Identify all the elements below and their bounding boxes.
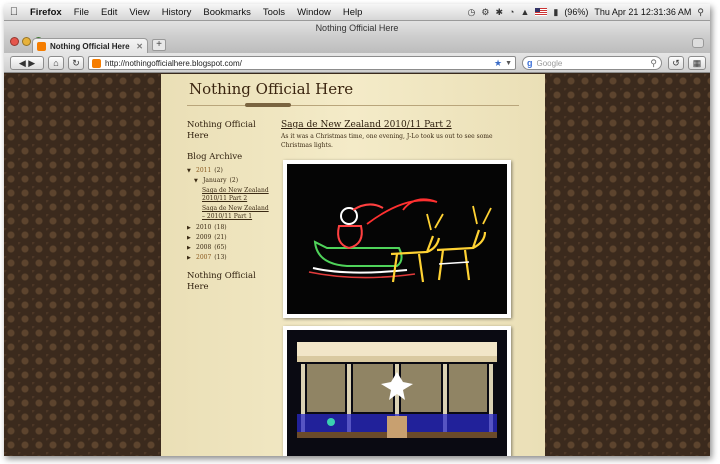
menu-help[interactable]: Help bbox=[337, 7, 369, 18]
toolbar-toggle-button[interactable] bbox=[692, 38, 704, 48]
archive-month-label[interactable]: January bbox=[203, 176, 227, 185]
archive-count: (65) bbox=[214, 244, 227, 251]
archive-year-label[interactable]: 2009 bbox=[196, 233, 211, 242]
menu-view[interactable]: View bbox=[123, 7, 155, 18]
minimize-window-button[interactable] bbox=[22, 37, 31, 46]
expand-down-icon[interactable]: ▼ bbox=[194, 177, 200, 186]
menu-file[interactable]: File bbox=[68, 7, 95, 18]
blog-archive-title: Blog Archive bbox=[187, 152, 243, 162]
tab-close-icon[interactable]: ✕ bbox=[136, 42, 143, 51]
post-body: As it was a Christmas time, one evening,… bbox=[281, 133, 493, 149]
expand-right-icon[interactable]: ▶ bbox=[187, 234, 193, 243]
menu-panel-button[interactable]: ▦ bbox=[688, 56, 706, 70]
title-ornament bbox=[245, 103, 291, 107]
window-title: Nothing Official Here bbox=[4, 21, 710, 35]
archive-count: (2) bbox=[214, 167, 223, 174]
menu-bookmarks[interactable]: Bookmarks bbox=[197, 7, 257, 18]
expand-down-icon[interactable]: ▼ bbox=[187, 167, 193, 176]
menu-bar:  Firefox File Edit View History Bookmar… bbox=[4, 4, 710, 21]
web-page: Nothing Official Here Nothing Official H… bbox=[4, 74, 710, 456]
volume-icon[interactable]: ▲ bbox=[520, 7, 529, 17]
archive-count: (13) bbox=[214, 254, 227, 261]
house-lights-image bbox=[287, 330, 507, 456]
archive-year-2011[interactable]: ▼ 2011 (2) bbox=[187, 166, 273, 176]
wifi-icon[interactable]: ◔ bbox=[509, 7, 514, 17]
menu-history[interactable]: History bbox=[156, 7, 198, 18]
sleigh-lights-image bbox=[287, 164, 507, 314]
blog-title[interactable]: Nothing Official Here bbox=[189, 80, 353, 98]
blogger-favicon-icon bbox=[37, 41, 46, 51]
archive-post-link-part2[interactable]: Saga de New Zealand 2010/11 Part 2 bbox=[187, 187, 273, 203]
archive-year-2007[interactable]: ▶ 2007 (13) bbox=[187, 253, 273, 263]
battery-percent: (96%) bbox=[564, 7, 589, 17]
url-bar[interactable]: http://nothingofficialhere.blogspot.com/… bbox=[88, 56, 516, 70]
input-source-flag-icon[interactable] bbox=[535, 8, 548, 16]
archive-year-label[interactable]: 2011 bbox=[196, 166, 211, 175]
archive-year-2010[interactable]: ▶ 2010 (18) bbox=[187, 223, 273, 233]
blog-post: Saga de New Zealand 2010/11 Part 2 As it… bbox=[281, 120, 521, 150]
archive-year-label[interactable]: 2008 bbox=[196, 243, 211, 252]
tab-nothing-official-here[interactable]: Nothing Official Here ✕ bbox=[32, 38, 148, 53]
menu-tools[interactable]: Tools bbox=[257, 7, 291, 18]
home-button[interactable]: ⌂ bbox=[48, 56, 64, 70]
title-divider bbox=[187, 105, 519, 106]
sync-button[interactable]: ↺ bbox=[668, 56, 684, 70]
blog-archive: ▼ 2011 (2) ▼ January (2) Saga de New Zea… bbox=[187, 166, 273, 263]
site-identity-icon[interactable] bbox=[92, 58, 101, 68]
sidebar-header-bottom: Nothing Official Here bbox=[187, 271, 256, 292]
reload-button[interactable]: ↻ bbox=[68, 56, 84, 70]
blog-column: Nothing Official Here Nothing Official H… bbox=[161, 74, 545, 456]
post-photo-house-lights[interactable] bbox=[283, 326, 511, 456]
post-title[interactable]: Saga de New Zealand 2010/11 Part 2 bbox=[281, 120, 521, 130]
bookmark-star-icon[interactable]: ★ bbox=[494, 58, 502, 69]
url-text[interactable]: http://nothingofficialhere.blogspot.com/ bbox=[105, 59, 494, 68]
navigation-toolbar: ◀ ▶ ⌂ ↻ http://nothingofficialhere.blogs… bbox=[4, 53, 710, 73]
url-dropdown-icon[interactable]: ▼ bbox=[505, 60, 512, 67]
expand-right-icon[interactable]: ▶ bbox=[187, 254, 193, 263]
status-menus: ◷ ⚙ ✱ ◔ ▲ ▮ (96%) Thu Apr 21 12:31:36 AM… bbox=[468, 7, 710, 18]
tab-strip: Nothing Official Here ✕ + bbox=[4, 35, 710, 53]
sidebar: Nothing Official Here Blog Archive ▼ 201… bbox=[187, 120, 273, 293]
tab-label: Nothing Official Here bbox=[50, 41, 130, 51]
browser-screenshot:  Firefox File Edit View History Bookmar… bbox=[4, 4, 710, 456]
archive-count: (2) bbox=[229, 177, 239, 184]
new-tab-button[interactable]: + bbox=[152, 39, 166, 51]
archive-month-january[interactable]: ▼ January (2) bbox=[187, 176, 273, 186]
close-window-button[interactable] bbox=[10, 37, 19, 46]
battery-icon[interactable]: ▮ bbox=[553, 7, 558, 18]
sidebar-header-top: Nothing Official Here bbox=[187, 120, 256, 141]
sync-icon[interactable]: ⚙ bbox=[481, 7, 489, 18]
menu-edit[interactable]: Edit bbox=[95, 7, 123, 18]
google-engine-icon[interactable]: g bbox=[527, 58, 533, 68]
expand-right-icon[interactable]: ▶ bbox=[187, 224, 193, 233]
apple-icon[interactable]:  bbox=[4, 6, 24, 18]
expand-right-icon[interactable]: ▶ bbox=[187, 244, 193, 253]
archive-post-link-part1[interactable]: Saga de New Zealand – 2010/11 Part 1 bbox=[187, 205, 273, 221]
menu-app-firefox[interactable]: Firefox bbox=[24, 7, 68, 18]
archive-year-label[interactable]: 2007 bbox=[196, 253, 211, 262]
post-photo-sleigh-lights[interactable] bbox=[283, 160, 511, 318]
menu-window[interactable]: Window bbox=[291, 7, 337, 18]
back-forward-button[interactable]: ◀ ▶ bbox=[10, 56, 44, 70]
menu-clock[interactable]: Thu Apr 21 12:31:36 AM bbox=[594, 7, 691, 17]
search-bar[interactable]: g Google ⚲ bbox=[522, 56, 662, 70]
archive-year-label[interactable]: 2010 bbox=[196, 223, 211, 232]
archive-count: (18) bbox=[214, 224, 227, 231]
archive-year-2008[interactable]: ▶ 2008 (65) bbox=[187, 243, 273, 253]
archive-year-2009[interactable]: ▶ 2009 (21) bbox=[187, 233, 273, 243]
archive-count: (21) bbox=[214, 234, 227, 241]
bluetooth-icon[interactable]: ✱ bbox=[495, 7, 503, 18]
spotlight-icon[interactable]: ⚲ bbox=[697, 7, 704, 18]
search-icon[interactable]: ⚲ bbox=[650, 58, 657, 69]
time-machine-icon[interactable]: ◷ bbox=[468, 7, 476, 18]
search-placeholder[interactable]: Google bbox=[537, 59, 651, 68]
